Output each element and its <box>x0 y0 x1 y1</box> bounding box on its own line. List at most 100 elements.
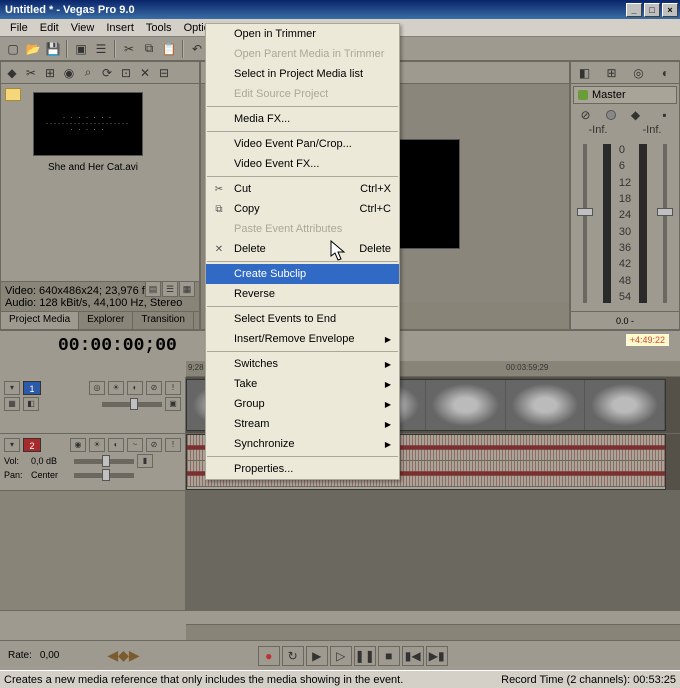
pan-slider[interactable] <box>74 473 134 478</box>
meter-icon[interactable]: ▮ <box>137 454 153 468</box>
scrub-control-icon[interactable]: ◀◆▶ <box>107 647 139 664</box>
compositing-icon[interactable]: ▦ <box>4 397 20 411</box>
pan-knob[interactable] <box>606 110 616 120</box>
view-icon[interactable]: ☰ <box>162 281 178 297</box>
ctx-copy[interactable]: ⧉CopyCtrl+C <box>206 199 399 219</box>
ctx-group[interactable]: Group▶ <box>206 394 399 414</box>
loop-region-indicator[interactable]: +4:49:22 <box>625 333 670 347</box>
menu-insert[interactable]: Insert <box>100 20 140 36</box>
mixer-icon[interactable]: ◧ <box>576 64 594 82</box>
undo-icon[interactable]: ↶ <box>188 40 206 58</box>
empty-track-area[interactable] <box>0 491 186 610</box>
record-button[interactable]: ● <box>258 646 280 666</box>
timeline-scrollbar[interactable] <box>186 624 680 640</box>
pm-tool-icon[interactable]: ⊡ <box>117 64 135 82</box>
empty-timeline-area[interactable] <box>186 491 680 611</box>
mute-icon[interactable]: ⊘ <box>577 106 595 124</box>
ctx-select-events-to-end[interactable]: Select Events to End <box>206 309 399 329</box>
pm-tool-icon[interactable]: ◉ <box>60 64 78 82</box>
bypass-fx-icon[interactable]: ◎ <box>89 381 105 395</box>
maximize-button[interactable]: □ <box>644 3 660 17</box>
paste-icon[interactable]: 📋 <box>160 40 178 58</box>
pause-button[interactable]: ❚❚ <box>354 646 376 666</box>
tab-explorer[interactable]: Explorer <box>79 312 133 329</box>
ctx-synchronize[interactable]: Synchronize▶ <box>206 434 399 454</box>
open-icon[interactable]: 📂 <box>24 40 42 58</box>
track-fx-icon[interactable]: ☀ <box>89 438 105 452</box>
close-button[interactable]: × <box>662 3 678 17</box>
track-motion-icon[interactable]: ▣ <box>165 397 181 411</box>
fx-icon[interactable]: ◎ <box>630 64 648 82</box>
ctx-media-fx-[interactable]: Media FX... <box>206 109 399 129</box>
ctx-create-subclip[interactable]: Create Subclip <box>206 264 399 284</box>
pm-tool-icon[interactable]: ◆ <box>3 64 21 82</box>
mute-icon[interactable]: ⊘ <box>146 438 162 452</box>
level-slider[interactable] <box>102 402 162 407</box>
ctx-properties-[interactable]: Properties... <box>206 459 399 479</box>
go-end-button[interactable]: ▶▮ <box>426 646 448 666</box>
mute-icon[interactable]: ⊘ <box>146 381 162 395</box>
fx-icon[interactable]: ◆ <box>627 106 645 124</box>
track-number[interactable]: 2 <box>23 438 41 452</box>
cut-icon[interactable]: ✂ <box>120 40 138 58</box>
new-icon[interactable]: ▢ <box>4 40 22 58</box>
tab-project-media[interactable]: Project Media <box>1 312 79 329</box>
slider-thumb[interactable] <box>130 398 138 410</box>
track-number[interactable]: 1 <box>23 381 41 395</box>
pm-tool-icon[interactable]: ✕ <box>136 64 154 82</box>
copy-icon[interactable]: ⧉ <box>140 40 158 58</box>
fader-left[interactable] <box>583 144 587 303</box>
minimize-button[interactable]: _ <box>626 3 642 17</box>
fader-thumb[interactable] <box>657 208 673 216</box>
track-minimize-icon[interactable]: ▾ <box>4 438 20 452</box>
ctx-insert-remove-envelope[interactable]: Insert/Remove Envelope▶ <box>206 329 399 349</box>
video-track-header[interactable]: ▾ 1 ◎ ☀ ◐ ⊘ ! ▦ ◧ ▣ <box>0 377 186 433</box>
track-fx-icon[interactable]: ☀ <box>108 381 124 395</box>
slider-thumb[interactable] <box>102 455 110 467</box>
view-icon[interactable]: ▦ <box>179 281 195 297</box>
loop-button[interactable]: ↻ <box>282 646 304 666</box>
context-menu[interactable]: Open in TrimmerOpen Parent Media in Trim… <box>205 23 400 480</box>
automation-icon[interactable]: ◐ <box>127 381 143 395</box>
invert-phase-icon[interactable]: ~ <box>127 438 143 452</box>
ctx-cut[interactable]: ✂CutCtrl+X <box>206 179 399 199</box>
timecode-display[interactable]: 00:00:00;00 <box>58 336 177 356</box>
ctx-video-event-pan-crop-[interactable]: Video Event Pan/Crop... <box>206 134 399 154</box>
ctx-reverse[interactable]: Reverse <box>206 284 399 304</box>
folder-icon[interactable] <box>5 88 21 101</box>
ctx-switches[interactable]: Switches▶ <box>206 354 399 374</box>
render-icon[interactable]: ▣ <box>72 40 90 58</box>
tab-transition[interactable]: Transition <box>133 312 194 329</box>
pm-thumbnails[interactable]: · · · · · · · ····················· · · … <box>25 84 199 281</box>
go-start-button[interactable]: ▮◀ <box>402 646 424 666</box>
record-arm-icon[interactable]: ◉ <box>70 438 86 452</box>
play-start-button[interactable]: ▶ <box>306 646 328 666</box>
solo-icon[interactable]: ! <box>165 381 181 395</box>
pm-tool-icon[interactable]: ⟳ <box>98 64 116 82</box>
ctx-open-in-trimmer[interactable]: Open in Trimmer <box>206 24 399 44</box>
menu-tools[interactable]: Tools <box>140 20 178 36</box>
pm-tool-icon[interactable]: ⊟ <box>155 64 173 82</box>
dim-icon[interactable]: ◐ <box>657 64 675 82</box>
solo-icon[interactable]: ! <box>165 438 181 452</box>
audio-track-header[interactable]: ▾ 2 ◉ ☀ ◐ ~ ⊘ ! Vol: 0,0 dB ▮ Pa <box>0 434 186 490</box>
menu-file[interactable]: File <box>4 20 34 36</box>
ctx-take[interactable]: Take▶ <box>206 374 399 394</box>
ctx-select-in-project-media-list[interactable]: Select in Project Media list <box>206 64 399 84</box>
track-minimize-icon[interactable]: ▾ <box>4 381 20 395</box>
master-label[interactable]: Master <box>573 86 677 104</box>
automation-icon[interactable]: ◐ <box>108 438 124 452</box>
fader-thumb[interactable] <box>577 208 593 216</box>
fader-right[interactable] <box>663 144 667 303</box>
properties-icon[interactable]: ☰ <box>92 40 110 58</box>
play-button[interactable]: ▷ <box>330 646 352 666</box>
ctx-stream[interactable]: Stream▶ <box>206 414 399 434</box>
make-parent-icon[interactable]: ◧ <box>23 397 39 411</box>
solo-icon[interactable]: ▪ <box>656 106 674 124</box>
stop-button[interactable]: ■ <box>378 646 400 666</box>
media-thumbnail[interactable]: · · · · · · · ····················· · · … <box>33 92 153 173</box>
ctx-video-event-fx-[interactable]: Video Event FX... <box>206 154 399 174</box>
view-icon[interactable]: ▤ <box>145 281 161 297</box>
volume-slider[interactable] <box>74 459 134 464</box>
menu-edit[interactable]: Edit <box>34 20 65 36</box>
